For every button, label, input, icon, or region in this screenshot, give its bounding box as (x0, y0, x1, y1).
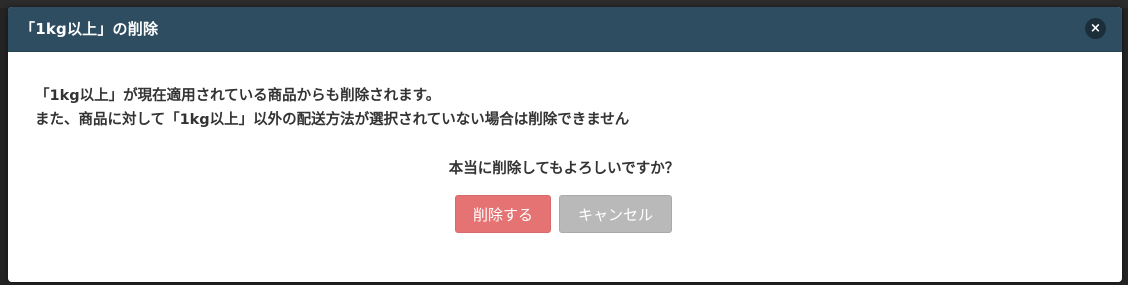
cancel-button[interactable]: キャンセル (559, 195, 672, 233)
delete-confirm-dialog: 「1kg以上」の削除 × 「1kg以上」が現在適用されている商品からも削除されま… (8, 7, 1122, 282)
close-icon[interactable]: × (1085, 18, 1106, 39)
dialog-body: 「1kg以上」が現在適用されている商品からも削除されます。 また、商品に対して「… (8, 52, 1122, 282)
dialog-title: 「1kg以上」の削除 (20, 20, 159, 38)
warning-message-line-2: また、商品に対して「1kg以上」以外の配送方法が選択されていない場合は削除できま… (35, 112, 630, 128)
delete-button[interactable]: 削除する (455, 195, 551, 233)
dialog-header: 「1kg以上」の削除 × (8, 7, 1122, 52)
confirm-question: 本当に削除してもよろしいですか？ (448, 161, 680, 177)
warning-message-line-1: 「1kg以上」が現在適用されている商品からも削除されます。 (35, 88, 441, 104)
